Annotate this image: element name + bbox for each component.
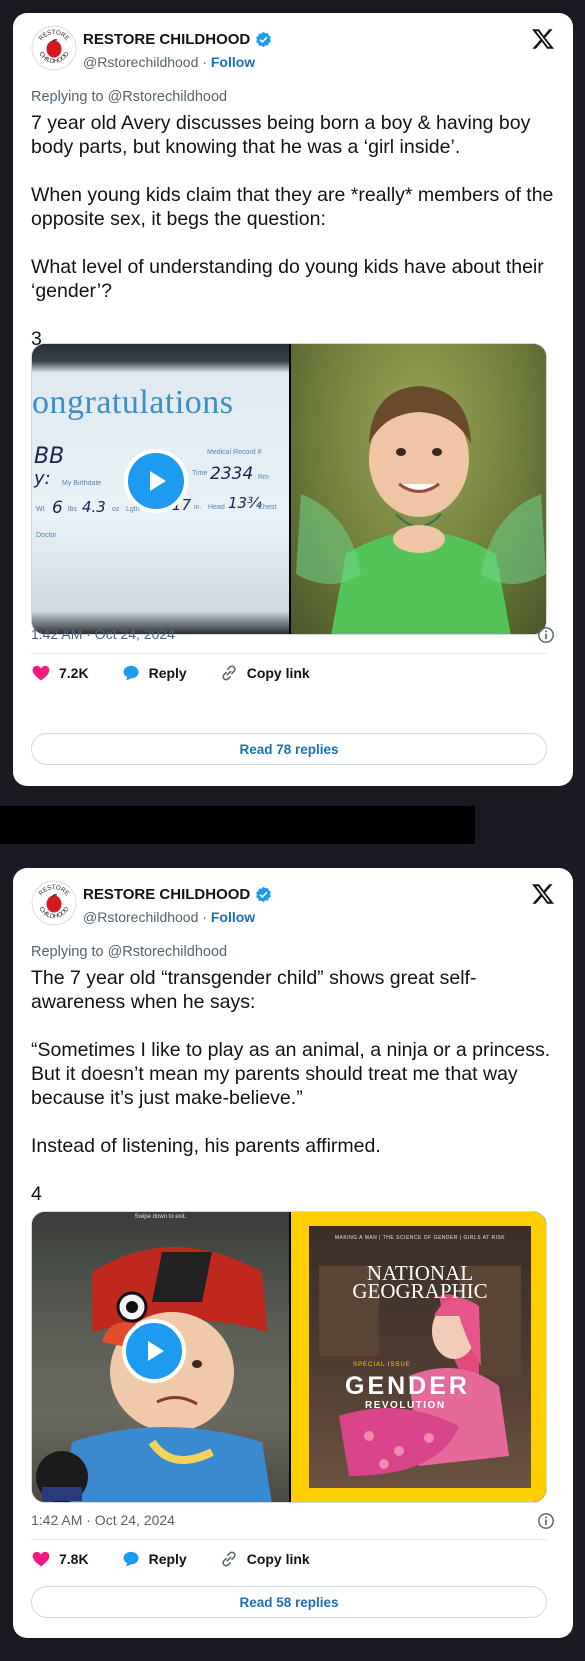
certificate-handwriting: y: <box>34 468 51 489</box>
tweet-media[interactable]: Swipe down to exit. MAKING A MAN | THE S… <box>31 1211 547 1503</box>
like-button[interactable]: 7.2K <box>31 663 89 683</box>
cover-topline: MAKING A MAN | THE SCIENCE OF GENDER | G… <box>334 1235 506 1241</box>
play-icon <box>148 1341 164 1361</box>
separator-dot: · <box>202 54 207 70</box>
link-icon <box>222 1551 236 1567</box>
photo-child[interactable] <box>291 344 546 634</box>
certificate-label: Medical Record # <box>207 449 262 456</box>
verified-badge-icon <box>256 886 272 903</box>
account-name-line: RESTORE CHILDHOOD <box>83 886 272 903</box>
like-count: 7.8K <box>59 1551 89 1567</box>
reply-bubble-icon <box>123 665 139 681</box>
swipe-hint: Swipe down to exit. <box>134 1214 187 1220</box>
like-button[interactable]: 7.8K <box>31 1549 89 1569</box>
reply-label: Reply <box>148 1551 187 1567</box>
certificate-label: My Birthdate <box>62 480 102 487</box>
copy-link-label: Copy link <box>246 665 310 681</box>
certificate-banner: ongratulations <box>32 384 234 421</box>
tweet-card: RESTORE CHILDHOOD RESTORE CHILDHOOD @Rst… <box>13 868 573 1638</box>
certificate-label: Wt <box>36 506 45 513</box>
like-count: 7.2K <box>59 665 89 681</box>
restore-childhood-logo[interactable]: RESTORE CHILDHOOD <box>31 880 77 926</box>
certificate-handwriting: 4.3 <box>82 498 106 516</box>
tweet-text: 7 year old Avery discusses being born a … <box>31 112 554 350</box>
follow-button[interactable]: Follow <box>211 54 255 70</box>
tweet-timestamp[interactable]: 1:42 AM · Oct 24, 2024 <box>31 1512 175 1528</box>
tweet-timestamp[interactable]: 1:42 AM · Oct 24, 2024 <box>31 626 175 642</box>
cover-masthead: NATIONAL GEOGRAPHIC <box>309 1263 531 1303</box>
verified-badge-icon <box>256 31 272 48</box>
certificate-handwriting: 6 <box>52 498 63 518</box>
tweet-media[interactable]: ongratulations BB y: My Birthdate Time 2… <box>31 343 547 635</box>
replying-to[interactable]: Replying to @Rstorechildhood <box>31 89 227 105</box>
read-replies-button[interactable]: Read 78 replies <box>31 733 547 765</box>
cover-masthead-line: GEOGRAPHIC <box>352 1279 488 1303</box>
cover-photo: MAKING A MAN | THE SCIENCE OF GENDER | G… <box>309 1226 531 1488</box>
tweet-header: RESTORE CHILDHOOD RESTORE CHILDHOOD @Rst… <box>13 13 573 93</box>
account-name[interactable]: RESTORE CHILDHOOD <box>83 886 250 903</box>
certificate-label: in. <box>194 504 202 511</box>
cover-special-issue: SPECIAL ISSUE <box>353 1362 411 1368</box>
tweet-card: RESTORE CHILDHOOD RESTORE CHILDHOOD @Rst… <box>13 13 573 786</box>
tweet-actions: 7.2K Reply Copy link <box>31 661 342 685</box>
natgeo-cover[interactable]: MAKING A MAN | THE SCIENCE OF GENDER | G… <box>291 1212 546 1502</box>
reply-button[interactable]: Reply <box>121 663 187 683</box>
read-replies-button[interactable]: Read 58 replies <box>31 1586 547 1618</box>
cover-revolution: REVOLUTION <box>365 1400 446 1411</box>
reply-button[interactable]: Reply <box>121 1549 187 1569</box>
replying-to[interactable]: Replying to @Rstorechildhood <box>31 944 227 960</box>
divider <box>31 1539 547 1540</box>
account-handle-line: @Rstorechildhood · Follow <box>83 909 255 925</box>
account-handle-line: @Rstorechildhood · Follow <box>83 54 255 70</box>
cover-gender: GENDER <box>345 1372 470 1400</box>
certificate-handwriting: BB <box>34 444 65 469</box>
copy-link-button[interactable]: Copy link <box>219 663 310 683</box>
certificate-label: Rm <box>258 474 269 481</box>
info-icon[interactable] <box>537 1512 555 1530</box>
account-handle[interactable]: @Rstorechildhood <box>83 909 198 925</box>
account-name[interactable]: RESTORE CHILDHOOD <box>83 31 250 48</box>
copy-link-label: Copy link <box>246 1551 310 1567</box>
link-icon <box>222 665 236 681</box>
follow-button[interactable]: Follow <box>211 909 255 925</box>
black-bar <box>0 806 475 844</box>
tweet-text: The 7 year old “transgender child” shows… <box>31 967 551 1205</box>
restore-childhood-logo[interactable]: RESTORE CHILDHOOD <box>31 25 77 71</box>
play-icon <box>150 471 166 491</box>
x-logo-icon[interactable] <box>531 27 555 51</box>
play-button[interactable] <box>124 449 188 513</box>
certificate-label: Doctor <box>36 532 57 539</box>
certificate-label: oz <box>112 506 120 513</box>
certificate-label: Head <box>208 504 225 511</box>
certificate-label: lbs <box>68 506 77 513</box>
x-logo-icon[interactable] <box>531 882 555 906</box>
info-icon[interactable] <box>537 626 555 644</box>
heart-icon <box>32 665 50 681</box>
certificate-handwriting: 2334 <box>210 464 254 484</box>
tweet-actions: 7.8K Reply Copy link <box>31 1547 342 1571</box>
child-illustration <box>296 386 546 634</box>
account-name-line: RESTORE CHILDHOOD <box>83 31 272 48</box>
account-handle[interactable]: @Rstorechildhood <box>83 54 198 70</box>
certificate-label: Time <box>192 470 208 477</box>
certificate-label: Chest <box>258 504 277 511</box>
divider <box>31 653 547 654</box>
separator-dot: · <box>202 909 207 925</box>
reply-bubble-icon <box>123 1551 139 1567</box>
heart-icon <box>32 1551 50 1567</box>
play-button[interactable] <box>122 1319 186 1383</box>
copy-link-button[interactable]: Copy link <box>219 1549 310 1569</box>
tweet-header: RESTORE CHILDHOOD RESTORE CHILDHOOD @Rst… <box>13 868 573 948</box>
reply-label: Reply <box>148 665 187 681</box>
certificate-handwriting: 13¾ <box>228 494 262 512</box>
